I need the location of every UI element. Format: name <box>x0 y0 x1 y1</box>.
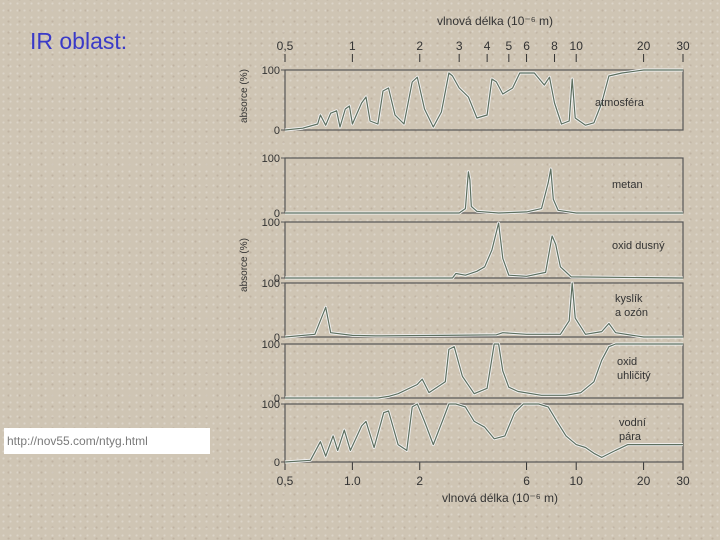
series-line-2 <box>285 168 683 214</box>
series-label: oxid <box>617 356 637 368</box>
y-tick-label-0: 0 <box>274 125 280 137</box>
bottom-tick-label: 10 <box>570 474 584 488</box>
y-tick-label-100: 100 <box>262 278 280 290</box>
series-label: oxid dusný <box>612 240 665 252</box>
series-label: uhličitý <box>617 370 651 382</box>
y-tick-label-100: 100 <box>262 153 280 165</box>
top-tick-label: 3 <box>456 39 463 53</box>
series-label: a ozón <box>615 307 648 319</box>
ir-absorption-chart: 0,5 1 2 3 4 5 6 8 10 20 30vlnová délka (10⁻⁶ m)0,5… <box>239 14 690 505</box>
series-label: pára <box>619 431 642 443</box>
bottom-tick-label: 30 <box>676 474 690 488</box>
bottom-x-axis-label: vlnová délka (10⁻⁶ m) <box>442 491 558 505</box>
series-label: metan <box>612 179 643 191</box>
top-tick-label: 1 <box>349 39 356 53</box>
top-tick-label: 30 <box>676 39 690 53</box>
bottom-tick-label: 1.0 <box>344 474 361 488</box>
top-x-axis-label: vlnová délka (10⁻⁶ m) <box>437 14 553 28</box>
series-label: atmosféra <box>595 97 645 109</box>
bottom-tick-label: 20 <box>637 474 651 488</box>
top-tick-label: 2 <box>416 39 423 53</box>
top-tick-label: 10 <box>570 39 584 53</box>
source-url-label: http://nov55.com/ntyg.html <box>4 428 210 454</box>
bottom-tick-label: 6 <box>523 474 530 488</box>
series-label: vodní <box>619 417 646 429</box>
bottom-tick-label: 0,5 <box>277 474 294 488</box>
y-axis-label-lower: absorce (%) <box>239 238 250 292</box>
y-tick-label-100: 100 <box>262 217 280 229</box>
y-tick-label-100: 100 <box>262 65 280 77</box>
y-tick-label-100: 100 <box>262 399 280 411</box>
top-tick-label: 4 <box>484 39 491 53</box>
y-axis-label-top: absorce (%) <box>239 69 250 123</box>
y-tick-label-100: 100 <box>262 339 280 351</box>
top-tick-label: 6 <box>523 39 530 53</box>
top-tick-label: 8 <box>551 39 558 53</box>
top-tick-label: 5 <box>505 39 512 53</box>
series-line-halo <box>285 167 683 215</box>
bottom-tick-label: 2 <box>416 474 423 488</box>
top-tick-label: 20 <box>637 39 651 53</box>
series-label: kyslík <box>615 293 643 305</box>
y-tick-label-0: 0 <box>274 457 280 469</box>
top-tick-label: 0,5 <box>277 39 294 53</box>
